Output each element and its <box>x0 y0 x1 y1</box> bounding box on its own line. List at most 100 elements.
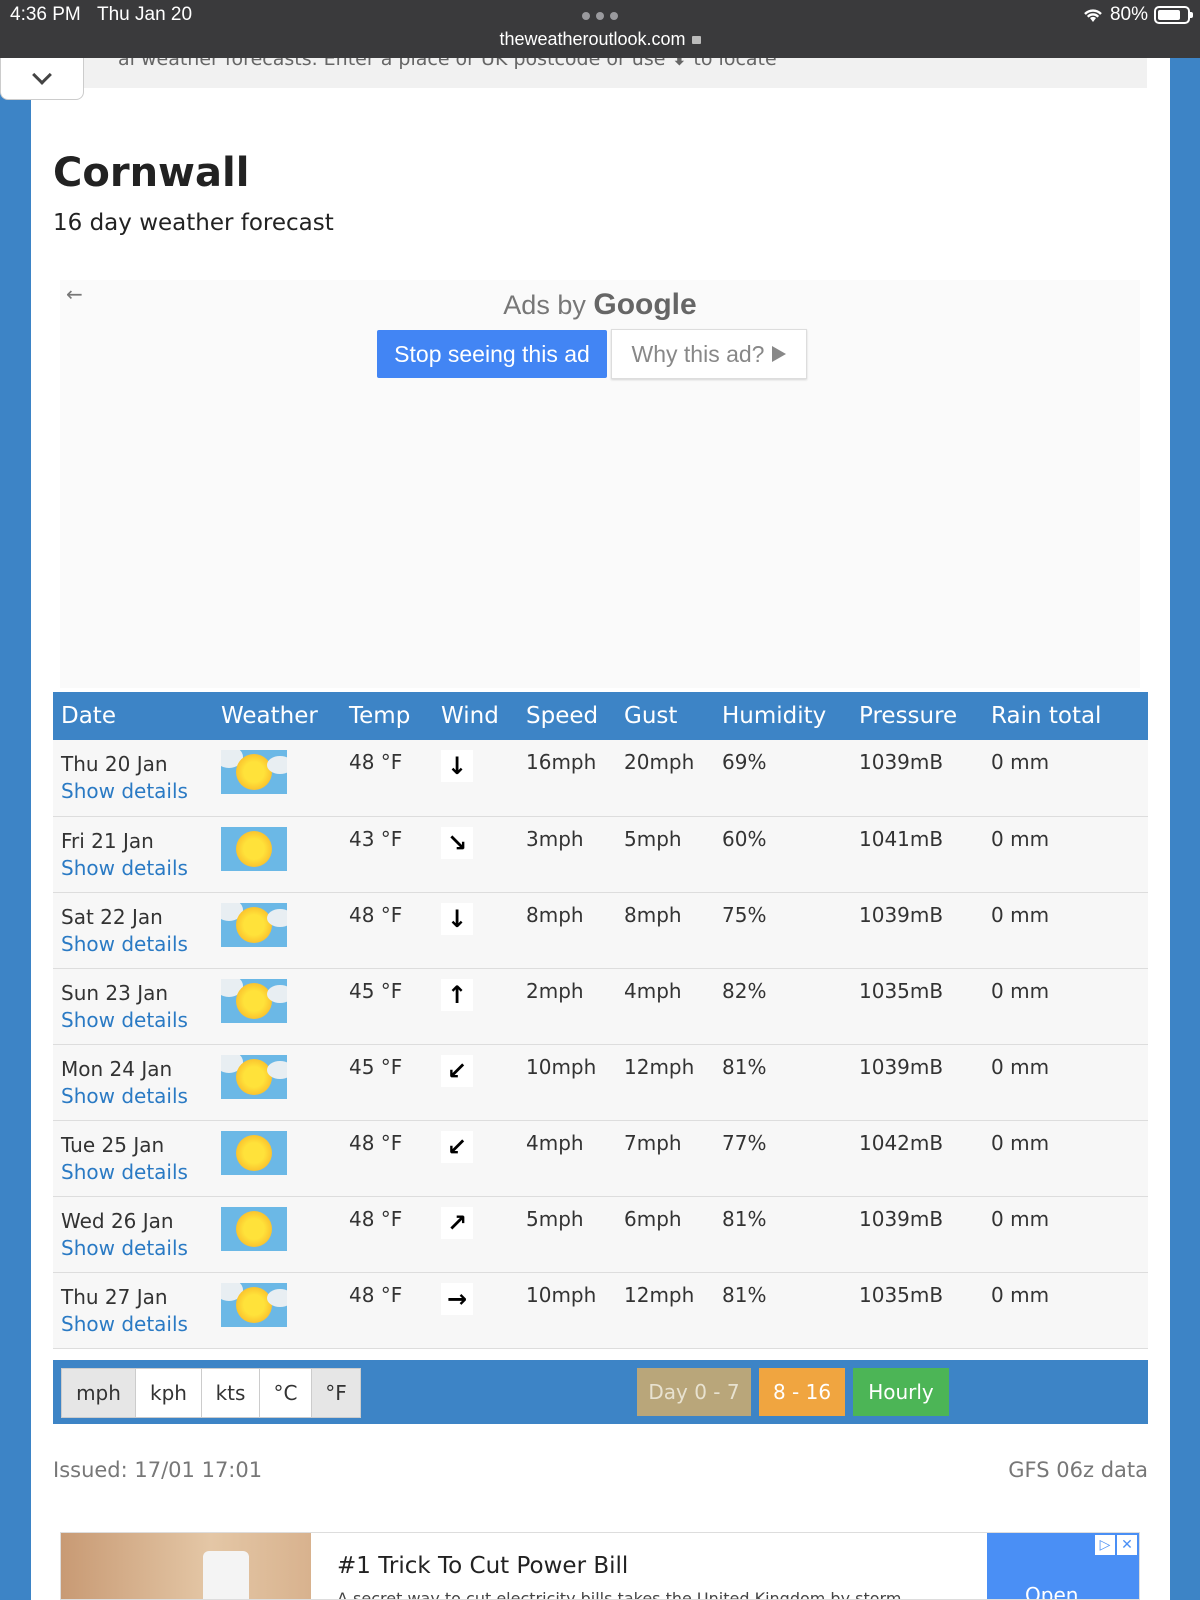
pressure-cell: 1039mB <box>859 902 944 927</box>
forecast-body: Thu 20 Jan Show details 48 °F ↓ 16mph 20mph 69… <box>53 740 1148 1348</box>
gust-cell: 6mph <box>624 1206 682 1231</box>
gust-cell: 8mph <box>624 902 682 927</box>
adchoices-icon[interactable]: ▷ <box>1095 1535 1115 1555</box>
header-gust: Gust <box>624 703 678 729</box>
humidity-cell: 82% <box>722 978 767 1003</box>
wind-cell: ↙ <box>433 1120 518 1196</box>
gust-cell: 12mph <box>624 1282 695 1307</box>
adchoices-icon <box>772 346 787 362</box>
humidity-cell: 77% <box>722 1130 767 1155</box>
open-label: Open <box>1025 1583 1079 1600</box>
page-title: Cornwall <box>53 150 250 196</box>
table-row: Mon 24 Jan Show details 45 °F ↙ 10mph 12mph 81… <box>53 1044 1148 1120</box>
humidity-cell: 81% <box>722 1282 767 1307</box>
ad-description: A secret way to cut electricity bills ta… <box>337 1589 902 1600</box>
stop-seeing-ad-button[interactable]: Stop seeing this ad <box>377 330 607 378</box>
ad-open-button[interactable]: ▷ ✕ Open <box>987 1533 1139 1600</box>
wind-southwest-arrow-icon: ↙ <box>441 1054 473 1087</box>
range-hourly-button[interactable]: Hourly <box>853 1368 949 1416</box>
ad-container: ← Ads by Google Stop seeing this ad Why … <box>60 280 1140 688</box>
table-header-row: Date Weather Temp Wind Speed Gust Humidi… <box>53 692 1148 740</box>
wind-cell: ↘ <box>433 816 518 892</box>
weather-cell <box>213 740 341 816</box>
forecast-table: Date Weather Temp Wind Speed Gust Humidi… <box>53 692 1148 1349</box>
humidity-cell: 81% <box>722 1054 767 1079</box>
speed-cell: 5mph <box>526 1206 584 1231</box>
rain-cell: 0 mm <box>991 978 1050 1003</box>
wind-cell: ↑ <box>433 968 518 1044</box>
pressure-cell: 1039mB <box>859 1206 944 1231</box>
wind-east-arrow-icon: → <box>441 1282 473 1315</box>
data-source-label: GFS 06z data <box>1008 1458 1148 1482</box>
show-details-link[interactable]: Show details <box>61 1007 213 1033</box>
header-speed: Speed <box>526 703 599 729</box>
unit-celsius-button[interactable]: °C <box>260 1369 312 1417</box>
show-details-link[interactable]: Show details <box>61 1159 213 1185</box>
date-text: Sun 23 Jan <box>61 980 169 1005</box>
speed-cell: 10mph <box>526 1282 597 1307</box>
battery-icon <box>1154 6 1193 24</box>
table-row: Thu 20 Jan Show details 48 °F ↓ 16mph 20mph 69… <box>53 740 1148 816</box>
wind-cell: ↗ <box>433 1196 518 1272</box>
ad-choices-controls: ▷ ✕ <box>1095 1535 1137 1555</box>
weather-cell <box>213 1120 341 1196</box>
page-subtitle: 16 day weather forecast <box>53 210 334 236</box>
wind-cell: ↓ <box>433 740 518 816</box>
sunny-icon <box>221 1206 287 1251</box>
unit-fahrenheit-button[interactable]: °F <box>312 1369 360 1417</box>
speed-cell: 4mph <box>526 1130 584 1155</box>
range-day-0-7-button[interactable]: Day 0 - 7 <box>637 1368 751 1416</box>
temp-cell: 48 °F <box>349 750 403 774</box>
search-hint-text: al weather forecasts. Enter a place or U… <box>118 58 777 70</box>
chevron-down-icon <box>32 64 52 85</box>
weather-cell <box>213 816 341 892</box>
temp-cell: 48 °F <box>349 1206 403 1231</box>
speed-cell: 8mph <box>526 902 584 927</box>
lock-icon <box>691 36 701 44</box>
pressure-cell: 1041mB <box>859 826 944 851</box>
unit-kph-button[interactable]: kph <box>136 1369 202 1417</box>
wind-north-arrow-icon: ↑ <box>441 978 473 1011</box>
show-details-link[interactable]: Show details <box>61 855 213 881</box>
gust-cell: 20mph <box>624 750 695 774</box>
show-details-link[interactable]: Show details <box>61 931 213 957</box>
range-8-16-button[interactable]: 8 - 16 <box>759 1368 845 1416</box>
rain-cell: 0 mm <box>991 1054 1050 1079</box>
date-text: Tue 25 Jan <box>61 1132 165 1157</box>
collapse-toggle-button[interactable] <box>0 58 84 100</box>
weather-cell <box>213 1196 341 1272</box>
bottom-ad-banner[interactable]: #1 Trick To Cut Power Bill A secret way … <box>60 1532 1140 1600</box>
google-logo: Google <box>593 288 697 321</box>
header-rain: Rain total <box>991 703 1102 729</box>
show-details-link[interactable]: Show details <box>61 1311 213 1337</box>
weather-cell <box>213 1272 341 1348</box>
why-this-ad-button[interactable]: Why this ad? <box>611 329 807 379</box>
address-bar[interactable]: theweatheroutlook.com <box>0 29 1200 50</box>
show-details-link[interactable]: Show details <box>61 1083 213 1109</box>
table-row: Fri 21 Jan Show details 43 °F ↘ 3mph 5mph 60% 1… <box>53 816 1148 892</box>
date-cell: Sat 22 Jan Show details <box>53 892 213 968</box>
wind-southwest-arrow-icon: ↙ <box>441 1130 473 1163</box>
temp-cell: 43 °F <box>349 826 403 851</box>
rain-cell: 0 mm <box>991 902 1050 927</box>
more-dots-icon[interactable] <box>582 12 618 22</box>
date-cell: Sun 23 Jan Show details <box>53 968 213 1044</box>
humidity-cell: 75% <box>722 902 767 927</box>
wind-cell: → <box>433 1272 518 1348</box>
show-details-link[interactable]: Show details <box>61 778 213 804</box>
rain-cell: 0 mm <box>991 1282 1050 1307</box>
unit-kts-button[interactable]: kts <box>202 1369 260 1417</box>
unit-mph-button[interactable]: mph <box>62 1369 136 1417</box>
show-details-link[interactable]: Show details <box>61 1235 213 1261</box>
temp-cell: 48 °F <box>349 1130 403 1155</box>
date-text: Fri 21 Jan <box>61 828 154 853</box>
close-icon[interactable]: ✕ <box>1117 1535 1137 1555</box>
ads-by-text: Ads by <box>503 290 586 320</box>
url-text: theweatheroutlook.com <box>499 29 686 49</box>
gust-cell: 4mph <box>624 978 682 1003</box>
header-weather: Weather <box>221 703 318 729</box>
ad-headline[interactable]: #1 Trick To Cut Power Bill <box>337 1553 628 1579</box>
temp-cell: 48 °F <box>349 1282 403 1307</box>
humidity-cell: 69% <box>722 750 767 774</box>
wind-cell: ↙ <box>433 1044 518 1120</box>
